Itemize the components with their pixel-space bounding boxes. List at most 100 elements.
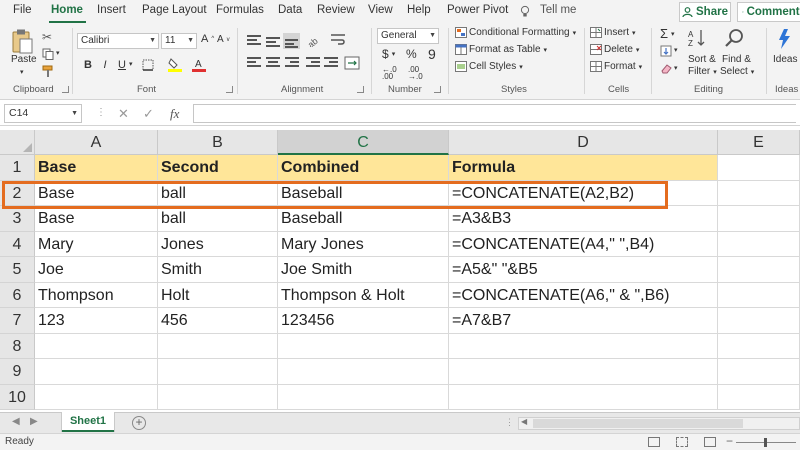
cell-e8[interactable] xyxy=(718,333,800,359)
middle-align-icon[interactable] xyxy=(266,35,280,47)
increase-indent-icon[interactable] xyxy=(324,57,338,69)
tab-view[interactable]: View xyxy=(368,4,393,16)
cell-c10[interactable] xyxy=(278,384,449,410)
copy-icon[interactable] xyxy=(42,48,54,60)
row-header-8[interactable]: 8 xyxy=(0,333,35,359)
cell-c3[interactable]: Baseball xyxy=(278,206,449,232)
delete-button[interactable]: Delete ▾ xyxy=(604,44,639,55)
bottom-align-icon[interactable] xyxy=(283,33,300,49)
next-sheet-icon[interactable]: ▶ xyxy=(30,416,38,427)
row-header-5[interactable]: 5 xyxy=(0,257,35,283)
cell-d1[interactable]: Formula xyxy=(449,155,718,181)
cell-c1[interactable]: Combined xyxy=(278,155,449,181)
cell-b6[interactable]: Holt xyxy=(158,282,278,308)
underline-dropdown[interactable]: ▾ xyxy=(129,60,133,68)
tab-formulas[interactable]: Formulas xyxy=(216,4,264,16)
find-select-label-2[interactable]: Select ▾ xyxy=(720,66,754,77)
cell-a1[interactable]: Base xyxy=(35,155,158,181)
align-right-icon[interactable] xyxy=(285,57,299,69)
cell-c7[interactable]: 123456 xyxy=(278,308,449,334)
cell-d6[interactable]: =CONCATENATE(A6," & ",B6) xyxy=(449,282,718,308)
fill-dropdown[interactable]: ▾ xyxy=(674,46,678,54)
cell-b3[interactable]: ball xyxy=(158,206,278,232)
enter-icon[interactable]: ✓ xyxy=(143,106,154,122)
sort-filter-label-2[interactable]: Filter ▾ xyxy=(688,66,717,77)
increase-font-size-button[interactable]: A ^ xyxy=(201,33,214,45)
cell-c9[interactable] xyxy=(278,359,449,385)
row-header-9[interactable]: 9 xyxy=(0,359,35,385)
cell-b7[interactable]: 456 xyxy=(158,308,278,334)
cell-styles-button[interactable]: Cell Styles ▾ xyxy=(469,61,523,72)
clipboard-launcher-icon[interactable] xyxy=(62,86,69,93)
zoom-out-icon[interactable]: − xyxy=(726,434,733,448)
tab-split-handle-icon[interactable]: ⋮ xyxy=(505,417,514,428)
scrollbar-thumb[interactable] xyxy=(533,419,743,428)
conditional-formatting-button[interactable]: Conditional Formatting ▾ xyxy=(469,27,576,38)
cell-e7[interactable] xyxy=(718,308,800,334)
percent-button[interactable]: % xyxy=(406,47,417,61)
autosum-button[interactable]: Σ ▾ xyxy=(660,26,675,41)
bold-button[interactable]: B xyxy=(80,57,96,73)
cell-d8[interactable] xyxy=(449,333,718,359)
cell-d2[interactable]: =CONCATENATE(A2,B2) xyxy=(449,180,718,206)
cell-a7[interactable]: 123 xyxy=(35,308,158,334)
alignment-launcher-icon[interactable] xyxy=(357,86,364,93)
page-break-view-icon[interactable] xyxy=(704,437,716,447)
column-header-b[interactable]: B xyxy=(158,130,278,155)
merge-center-icon[interactable] xyxy=(344,56,360,70)
orientation-icon[interactable]: ab xyxy=(306,33,320,47)
italic-button[interactable]: I xyxy=(97,57,113,73)
cell-a8[interactable] xyxy=(35,333,158,359)
comma-style-button[interactable]: 9 xyxy=(428,46,436,62)
insert-button[interactable]: Insert ▾ xyxy=(604,27,636,38)
cell-c5[interactable]: Joe Smith xyxy=(278,257,449,283)
fill-color-icon[interactable] xyxy=(168,57,182,72)
cell-e9[interactable] xyxy=(718,359,800,385)
cell-a6[interactable]: Thompson xyxy=(35,282,158,308)
underline-button[interactable]: U xyxy=(114,57,130,73)
currency-button[interactable]: $ ▾ xyxy=(382,47,395,61)
select-all-button[interactable] xyxy=(0,130,35,155)
cell-a2[interactable]: Base xyxy=(35,180,158,206)
cell-c2[interactable]: Baseball xyxy=(278,180,449,206)
cell-a3[interactable]: Base xyxy=(35,206,158,232)
row-header-10[interactable]: 10 xyxy=(0,384,35,410)
row-header-3[interactable]: 3 xyxy=(0,206,35,232)
find-select-label-1[interactable]: Find & xyxy=(722,54,751,65)
column-header-e[interactable]: E xyxy=(718,130,800,155)
scroll-left-icon[interactable]: ◀ xyxy=(521,417,527,426)
row-header-6[interactable]: 6 xyxy=(0,282,35,308)
comments-button[interactable]: Comments xyxy=(737,2,800,22)
cell-d9[interactable] xyxy=(449,359,718,385)
tell-me-search[interactable]: Tell me xyxy=(540,4,576,16)
cell-b1[interactable]: Second xyxy=(158,155,278,181)
fill-icon[interactable] xyxy=(660,45,672,57)
decrease-indent-icon[interactable] xyxy=(306,57,320,69)
paste-icon[interactable] xyxy=(11,28,33,54)
copy-dropdown[interactable]: ▾ xyxy=(56,49,60,57)
tab-home[interactable]: Home xyxy=(51,4,83,16)
top-align-icon[interactable] xyxy=(247,35,261,47)
font-size-select[interactable]: 11 ▼ xyxy=(161,33,197,49)
cell-d3[interactable]: =A3&B3 xyxy=(449,206,718,232)
tab-insert[interactable]: Insert xyxy=(97,4,126,16)
number-launcher-icon[interactable] xyxy=(434,86,441,93)
formula-input[interactable] xyxy=(193,104,796,123)
cut-icon[interactable]: ✂ xyxy=(42,30,52,44)
page-layout-view-icon[interactable] xyxy=(676,437,688,447)
cell-e10[interactable] xyxy=(718,384,800,410)
tab-help[interactable]: Help xyxy=(407,4,431,16)
cell-e4[interactable] xyxy=(718,231,800,257)
paste-label[interactable]: Paste xyxy=(11,54,37,65)
decrease-decimal-icon[interactable]: .00 →.0 xyxy=(408,66,423,81)
cell-e6[interactable] xyxy=(718,282,800,308)
cell-b4[interactable]: Jones xyxy=(158,231,278,257)
column-header-c[interactable]: C xyxy=(278,130,449,155)
font-name-select[interactable]: Calibri ▼ xyxy=(77,33,159,49)
cell-b10[interactable] xyxy=(158,384,278,410)
increase-decimal-icon[interactable]: ←.0.00 xyxy=(382,66,397,81)
zoom-slider-knob[interactable] xyxy=(764,438,767,447)
tab-page-layout[interactable]: Page Layout xyxy=(142,4,207,16)
row-header-2[interactable]: 2 xyxy=(0,180,35,206)
font-color-icon[interactable]: A xyxy=(192,57,206,72)
